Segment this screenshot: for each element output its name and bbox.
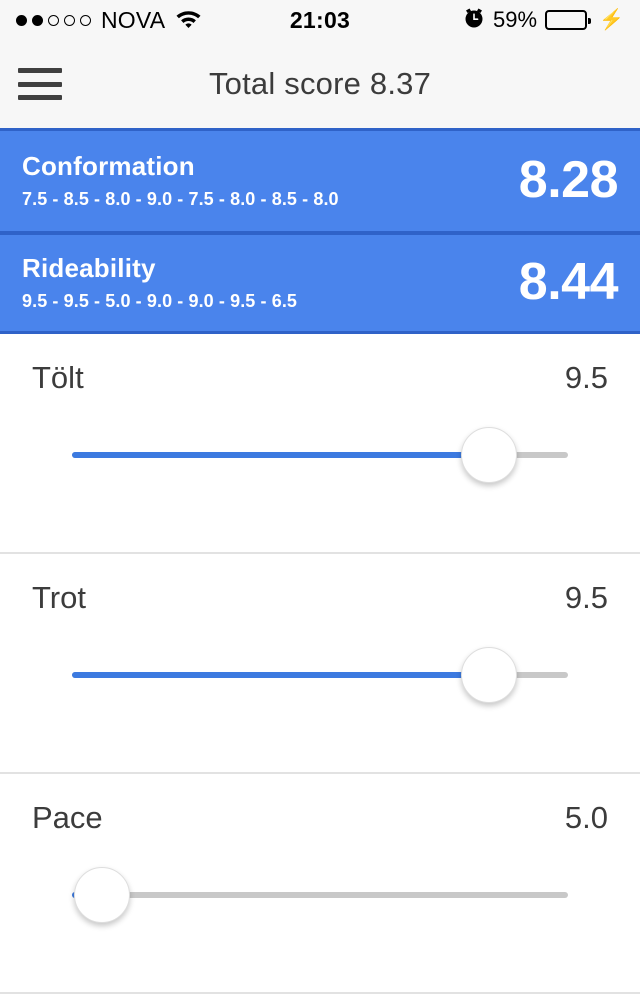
slider-value: 5.0: [564, 800, 608, 835]
summary-texts: Conformation 7.5 - 8.5 - 8.0 - 9.0 - 7.5…: [22, 151, 339, 210]
slider-label: Trot: [32, 580, 86, 615]
status-bar: NOVA 21:03 59% ⚡: [0, 0, 640, 40]
menu-bar-1: [18, 68, 62, 73]
slider-thumb[interactable]: [460, 647, 517, 703]
summary-marks: 9.5 - 9.5 - 5.0 - 9.0 - 9.0 - 9.5 - 6.5: [22, 290, 298, 311]
summary-score: 8.28: [518, 151, 619, 209]
hamburger-menu-icon[interactable]: [18, 68, 62, 100]
summary-texts: Rideability 9.5 - 9.5 - 5.0 - 9.0 - 9.0 …: [22, 253, 297, 312]
slider-track-fill: [72, 672, 489, 678]
slider-track[interactable]: [72, 427, 568, 483]
menu-bar-2: [18, 81, 62, 87]
slider-header: Trot 9.5: [0, 554, 640, 616]
page-title: Total score 8.37: [208, 66, 432, 101]
alarm-clock-icon: [463, 7, 485, 34]
slider-track-fill: [72, 452, 489, 458]
summary-title: Conformation: [22, 150, 195, 181]
slider-label: Tölt: [32, 360, 84, 395]
slider-row-trot: Trot 9.5: [0, 554, 640, 774]
summary-title: Rideability: [22, 252, 156, 283]
slider-track-base: [72, 892, 568, 898]
slider-row-tolt: Tölt 9.5: [0, 334, 640, 554]
slider-row-pace: Pace 5.0: [0, 774, 640, 994]
summary-section: Conformation 7.5 - 8.5 - 8.0 - 9.0 - 7.5…: [0, 128, 640, 334]
summary-row-conformation[interactable]: Conformation 7.5 - 8.5 - 8.0 - 9.0 - 7.5…: [0, 131, 640, 231]
slider-header: Pace 5.0: [0, 774, 640, 836]
slider-thumb[interactable]: [460, 427, 517, 483]
slider-value: 9.5: [564, 360, 608, 395]
slider-value: 9.5: [564, 580, 608, 615]
summary-marks: 7.5 - 8.5 - 8.0 - 9.0 - 7.5 - 8.0 - 8.5 …: [22, 188, 339, 209]
summary-score: 8.44: [518, 253, 619, 311]
menu-bar-3: [18, 95, 62, 100]
slider-thumb[interactable]: [73, 867, 130, 923]
battery-icon: [545, 10, 592, 30]
slider-label: Pace: [32, 800, 103, 835]
slider-track[interactable]: [72, 647, 568, 703]
status-bar-right: 59% ⚡: [463, 7, 624, 34]
slider-header: Tölt 9.5: [0, 334, 640, 396]
battery-percent-label: 59%: [493, 7, 538, 32]
summary-row-rideability[interactable]: Rideability 9.5 - 9.5 - 5.0 - 9.0 - 9.0 …: [0, 231, 640, 331]
slider-list: Tölt 9.5 Trot 9.5 Pace 5.0: [0, 334, 640, 994]
lightning-bolt-icon: ⚡: [599, 9, 624, 31]
slider-track[interactable]: [72, 867, 568, 923]
navigation-bar: Total score 8.37: [0, 40, 640, 128]
